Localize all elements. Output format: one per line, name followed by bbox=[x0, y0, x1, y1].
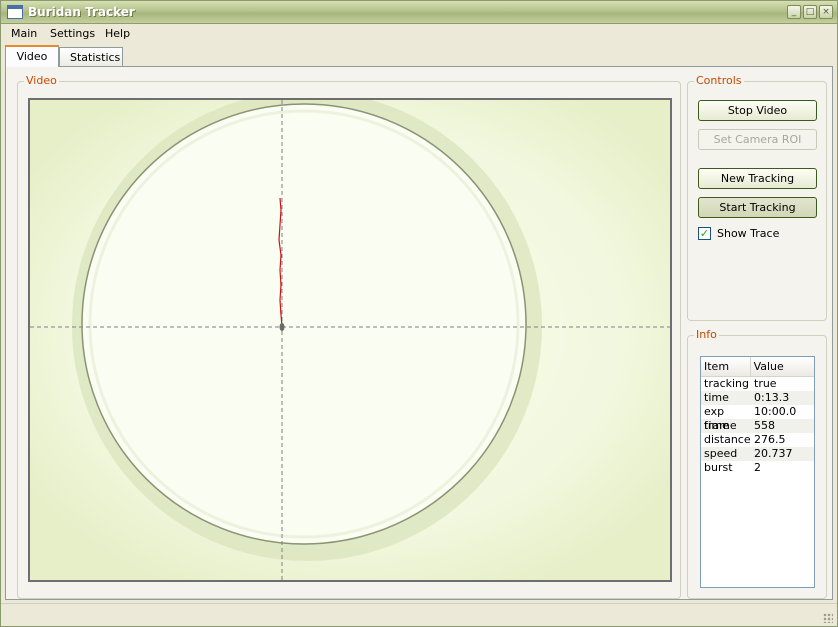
close-icon[interactable]: × bbox=[819, 5, 833, 19]
main-window: Buridan Tracker _ □ × Main Settings Help… bbox=[0, 0, 838, 627]
stop-video-button[interactable]: Stop Video bbox=[698, 100, 817, 121]
video-group-title: Video bbox=[24, 74, 59, 87]
info-table-body: tracking true time 0:13.3 exp time 10:00.0 … bbox=[701, 377, 814, 475]
table-row[interactable]: distance 276.5 bbox=[701, 433, 814, 447]
info-group-title: Info bbox=[694, 328, 719, 341]
set-camera-roi-button[interactable]: Set Camera ROI bbox=[698, 129, 817, 150]
menu-bar: Main Settings Help bbox=[1, 24, 837, 43]
resize-grip-icon[interactable] bbox=[823, 613, 833, 623]
arena-view bbox=[30, 100, 670, 580]
status-bar bbox=[1, 603, 837, 626]
window-title: Buridan Tracker bbox=[28, 5, 135, 19]
tab-statistics[interactable]: Statistics bbox=[59, 47, 123, 67]
table-row[interactable]: tracking true bbox=[701, 377, 814, 391]
controls-group: Controls Stop Video Set Camera ROI New T… bbox=[687, 74, 827, 321]
info-table[interactable]: Item Value tracking true time 0:13.3 exp t… bbox=[700, 356, 815, 588]
menu-help[interactable]: Help bbox=[105, 27, 130, 40]
video-display[interactable] bbox=[28, 98, 672, 582]
arena-circle bbox=[81, 103, 527, 545]
menu-settings[interactable]: Settings bbox=[50, 27, 95, 40]
video-tab-panel: Video Controls Stop Video Set Camera ROI… bbox=[5, 66, 833, 600]
info-table-header: Item Value bbox=[701, 357, 814, 377]
start-tracking-button[interactable]: Start Tracking bbox=[698, 197, 817, 218]
app-icon bbox=[7, 5, 23, 19]
maximize-icon[interactable]: □ bbox=[803, 5, 817, 19]
show-trace-label: Show Trace bbox=[717, 227, 780, 240]
column-header-item[interactable]: Item bbox=[701, 357, 751, 376]
table-row[interactable]: time 0:13.3 bbox=[701, 391, 814, 405]
new-tracking-button[interactable]: New Tracking bbox=[698, 168, 817, 189]
controls-group-title: Controls bbox=[694, 74, 744, 87]
table-row[interactable]: burst 2 bbox=[701, 461, 814, 475]
menu-main[interactable]: Main bbox=[11, 27, 37, 40]
info-group: Info Item Value tracking true time 0:13.3 … bbox=[687, 328, 827, 599]
table-row[interactable]: frame 558 bbox=[701, 419, 814, 433]
table-row[interactable]: speed 20.737 bbox=[701, 447, 814, 461]
tab-video[interactable]: Video bbox=[5, 45, 59, 67]
video-group: Video bbox=[17, 74, 681, 599]
tab-bar: Video Statistics bbox=[1, 45, 837, 67]
column-header-value[interactable]: Value bbox=[751, 357, 814, 376]
show-trace-checkbox[interactable]: ✓ bbox=[698, 227, 711, 240]
title-bar[interactable]: Buridan Tracker _ □ × bbox=[1, 1, 837, 24]
table-row[interactable]: exp time 10:00.0 bbox=[701, 405, 814, 432]
fly-marker bbox=[279, 323, 285, 331]
minimize-icon[interactable]: _ bbox=[787, 5, 801, 19]
